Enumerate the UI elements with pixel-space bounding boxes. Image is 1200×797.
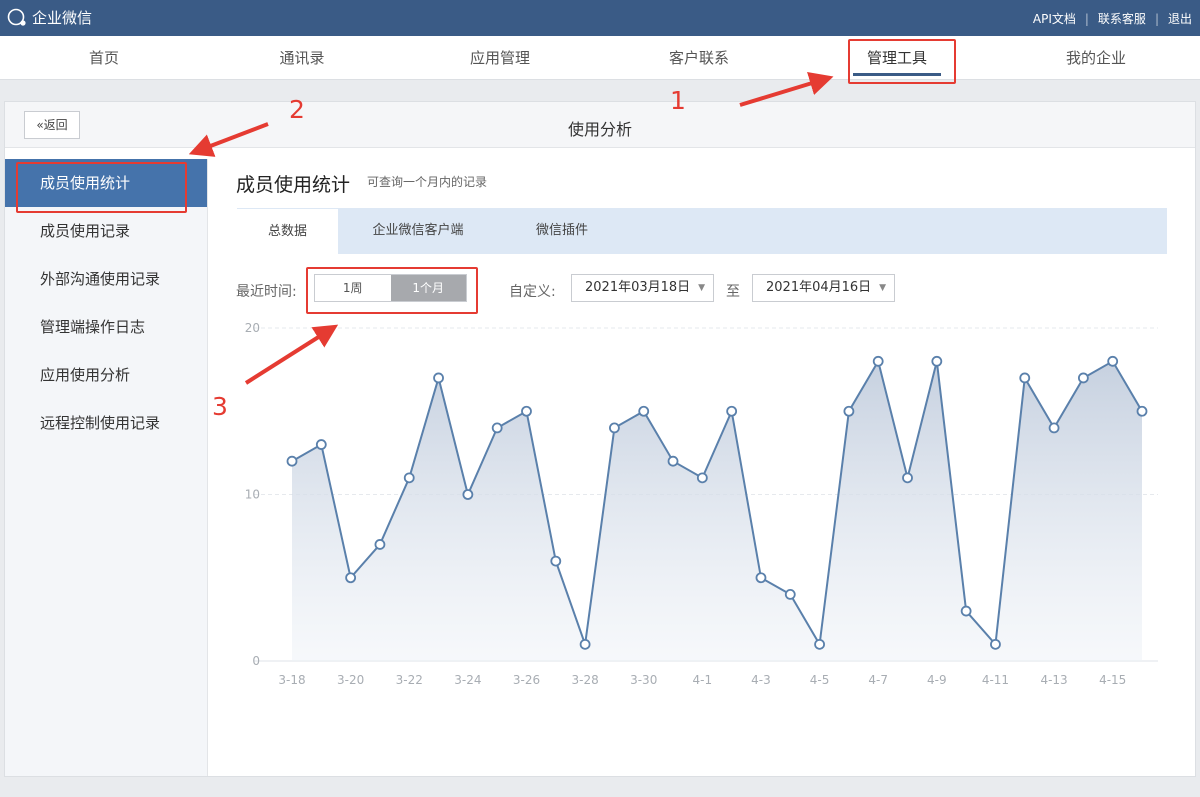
annotation-number-3: 3 xyxy=(212,392,228,421)
annotation-arrow-2 xyxy=(188,122,269,157)
annotation-box-sidebar xyxy=(16,162,187,213)
annotation-number-2: 2 xyxy=(289,95,305,124)
annotation-box-nav xyxy=(848,39,956,84)
annotation-arrows xyxy=(188,72,834,385)
annotation-number-1: 1 xyxy=(670,86,686,115)
annotation-arrow-3 xyxy=(244,324,339,385)
annotation-arrow-1 xyxy=(739,72,834,107)
annotation-box-period xyxy=(306,267,478,314)
